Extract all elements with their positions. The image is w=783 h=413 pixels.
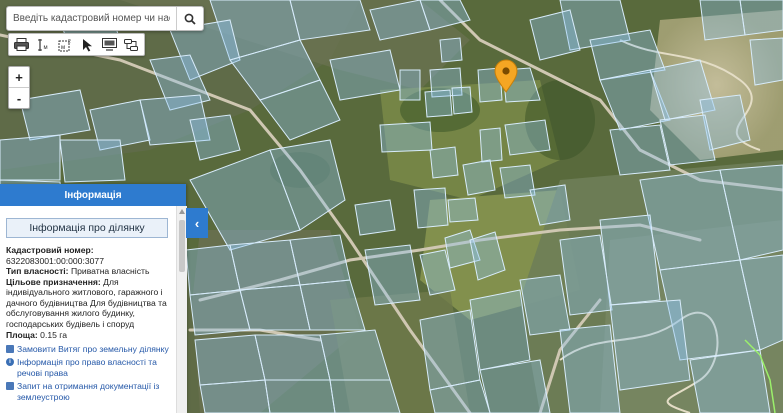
document-icon xyxy=(6,382,14,390)
pointer-button[interactable] xyxy=(77,35,98,54)
measure-length-button[interactable]: м xyxy=(33,35,54,54)
zoom-in-button[interactable]: + xyxy=(9,67,29,87)
ownership-rights-link[interactable]: i Інформація про право власності та речо… xyxy=(6,357,176,378)
info-panel: Інформація Інформація про ділянку Кадаст… xyxy=(0,184,187,413)
layers-icon xyxy=(124,38,138,51)
parcel-area: Площа: 0.15 га xyxy=(6,330,176,341)
collapse-panel-button[interactable]: ‹ xyxy=(186,208,208,238)
ownership-type-label: Тип власності: xyxy=(6,266,69,276)
measure-length-icon: м xyxy=(37,38,47,51)
cadastral-number-label: Кадастровий номер: xyxy=(6,245,94,255)
document-icon xyxy=(6,344,14,353)
scroll-up-arrow-icon[interactable] xyxy=(179,209,185,214)
ownership-rights-label: Інформація про право власності та речові… xyxy=(17,357,157,378)
svg-text:2: 2 xyxy=(68,39,71,45)
chevron-left-icon: ‹ xyxy=(194,215,200,231)
cadastral-number-value: 6322083001:00:000:3077 xyxy=(6,255,104,266)
info-panel-header: Інформація xyxy=(0,184,186,206)
screen-icon xyxy=(102,38,117,51)
search-bar xyxy=(6,6,204,31)
land-purpose: Цільове призначення: Для індивідуального… xyxy=(6,277,176,330)
parcel-area-value: 0.15 га xyxy=(40,330,68,340)
land-docs-request-label: Запит на отримання документації із земле… xyxy=(17,381,160,402)
print-button[interactable] xyxy=(11,35,32,54)
cadastral-number: Кадастровий номер: 6322083001:00:000:307… xyxy=(6,245,176,266)
parcel-info-title: Інформація про ділянку xyxy=(6,218,168,238)
order-extract-label: Замовити Витяг про земельну ділянку xyxy=(17,343,169,354)
land-docs-request-link[interactable]: Запит на отримання документації із земле… xyxy=(6,381,176,402)
svg-text:м: м xyxy=(43,45,47,51)
screen-button[interactable] xyxy=(99,35,120,54)
info-icon: i xyxy=(6,358,14,366)
land-purpose-label: Цільове призначення: xyxy=(6,276,101,287)
pointer-icon xyxy=(82,38,92,51)
measure-area-button[interactable]: м 2 xyxy=(55,35,76,54)
parcel-area-label: Площа: xyxy=(6,330,38,340)
map-toolbar: м м 2 xyxy=(8,33,145,56)
search-button[interactable] xyxy=(176,7,203,30)
ownership-type-value: Приватна власність xyxy=(70,266,150,276)
order-extract-link[interactable]: Замовити Витяг про земельну ділянку xyxy=(6,344,176,355)
layers-button[interactable] xyxy=(121,35,142,54)
search-input[interactable] xyxy=(7,8,176,29)
print-icon xyxy=(14,38,29,51)
search-icon xyxy=(184,13,196,25)
svg-text:м: м xyxy=(61,45,65,51)
ownership-type: Тип власності: Приватна власність xyxy=(6,266,176,277)
zoom-out-button[interactable]: - xyxy=(9,87,29,108)
info-panel-body: Інформація про ділянку Кадастровий номер… xyxy=(0,206,176,413)
zoom-control: + - xyxy=(8,66,30,109)
measure-area-icon: м 2 xyxy=(58,39,71,51)
scroll-thumb[interactable] xyxy=(179,220,185,272)
